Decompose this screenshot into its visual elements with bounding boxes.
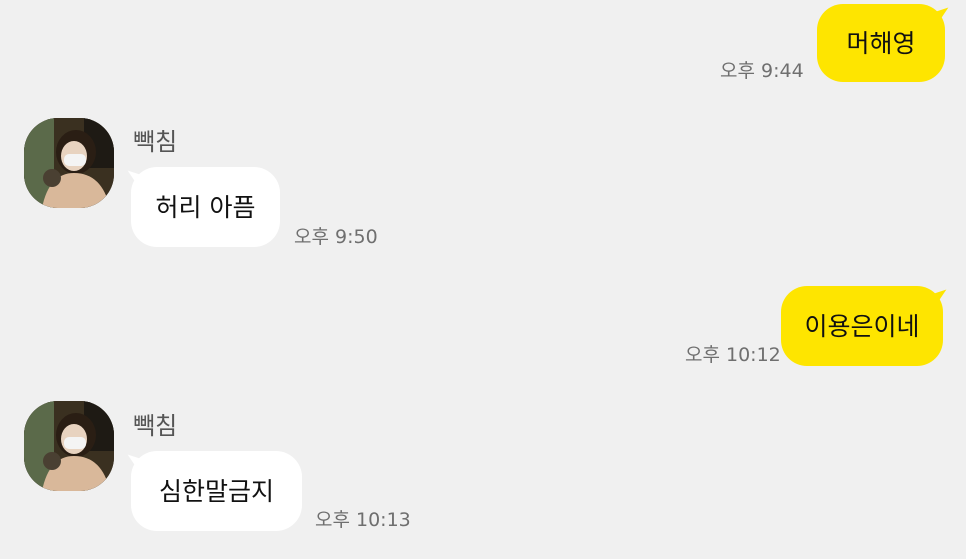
sender-name: 빽침 [133,128,178,156]
bubble-tail [123,170,145,190]
message-timestamp: 오후 10:12 [685,344,781,366]
sender-avatar[interactable] [24,118,114,208]
profile-photo-icon [24,401,114,491]
message-text: 허리 아픔 [155,192,256,222]
message-text: 이용은이네 [804,311,920,341]
bubble-tail [931,7,953,27]
bubble-tail [123,454,145,474]
message-text: 머해영 [846,28,916,58]
message-timestamp: 오후 9:44 [720,60,804,82]
message-timestamp: 오후 10:13 [315,509,411,531]
bubble-tail [929,289,951,309]
message-text: 심한말금지 [158,476,274,506]
outgoing-message-bubble[interactable]: 머해영 [817,4,953,82]
outgoing-message-bubble[interactable]: 이용은이네 [781,286,951,366]
message-timestamp: 오후 9:50 [294,226,378,248]
incoming-message-bubble[interactable]: 허리 아픔 [123,167,280,247]
sender-name: 빽침 [133,412,178,440]
profile-photo-icon [24,118,114,208]
sender-avatar[interactable] [24,401,114,491]
incoming-message-bubble[interactable]: 심한말금지 [123,451,302,531]
